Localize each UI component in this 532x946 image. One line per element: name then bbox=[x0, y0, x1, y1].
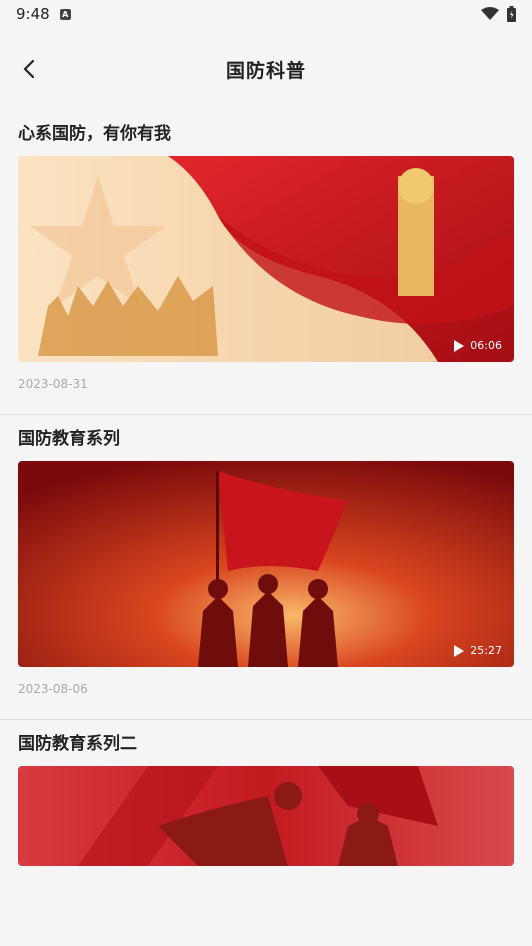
play-icon bbox=[454, 339, 465, 352]
status-bar: 9:48 A bbox=[0, 0, 532, 28]
video-date: 2023-08-06 bbox=[18, 682, 88, 696]
video-card[interactable]: 国防教育系列 25:27 2023-08-06 bbox=[0, 427, 532, 720]
duration-text: 06:06 bbox=[470, 339, 502, 352]
notification-icon: A bbox=[59, 8, 71, 20]
divider bbox=[0, 414, 532, 415]
wifi-icon bbox=[481, 7, 499, 20]
video-feed[interactable]: 心系国防，有你有我 06:06 2023-08-31 国防教育系列 25:27 … bbox=[0, 110, 532, 866]
chevron-left-icon bbox=[23, 59, 35, 79]
status-left: 9:48 A bbox=[16, 5, 71, 23]
status-time: 9:48 bbox=[16, 5, 50, 23]
thumbnail-image bbox=[18, 156, 514, 362]
back-button[interactable] bbox=[14, 54, 44, 84]
video-title: 国防教育系列二 bbox=[18, 734, 137, 754]
video-title: 国防教育系列 bbox=[18, 429, 120, 449]
thumbnail-image bbox=[18, 766, 514, 866]
video-duration: 25:27 bbox=[454, 644, 502, 657]
play-icon bbox=[454, 644, 465, 657]
video-card[interactable]: 国防教育系列二 bbox=[0, 732, 532, 866]
video-card[interactable]: 心系国防，有你有我 06:06 2023-08-31 bbox=[0, 122, 532, 415]
video-title: 心系国防，有你有我 bbox=[18, 124, 171, 144]
thumbnail-image bbox=[18, 461, 514, 667]
video-thumbnail[interactable]: 06:06 bbox=[18, 156, 514, 362]
divider bbox=[0, 719, 532, 720]
video-thumbnail[interactable] bbox=[18, 766, 514, 866]
video-thumbnail[interactable]: 25:27 bbox=[18, 461, 514, 667]
header: 国防科普 bbox=[0, 40, 532, 98]
status-right bbox=[481, 6, 516, 22]
battery-icon bbox=[507, 6, 516, 22]
video-duration: 06:06 bbox=[454, 339, 502, 352]
page-title: 国防科普 bbox=[225, 59, 306, 82]
video-date: 2023-08-31 bbox=[18, 377, 88, 391]
duration-text: 25:27 bbox=[470, 644, 502, 657]
